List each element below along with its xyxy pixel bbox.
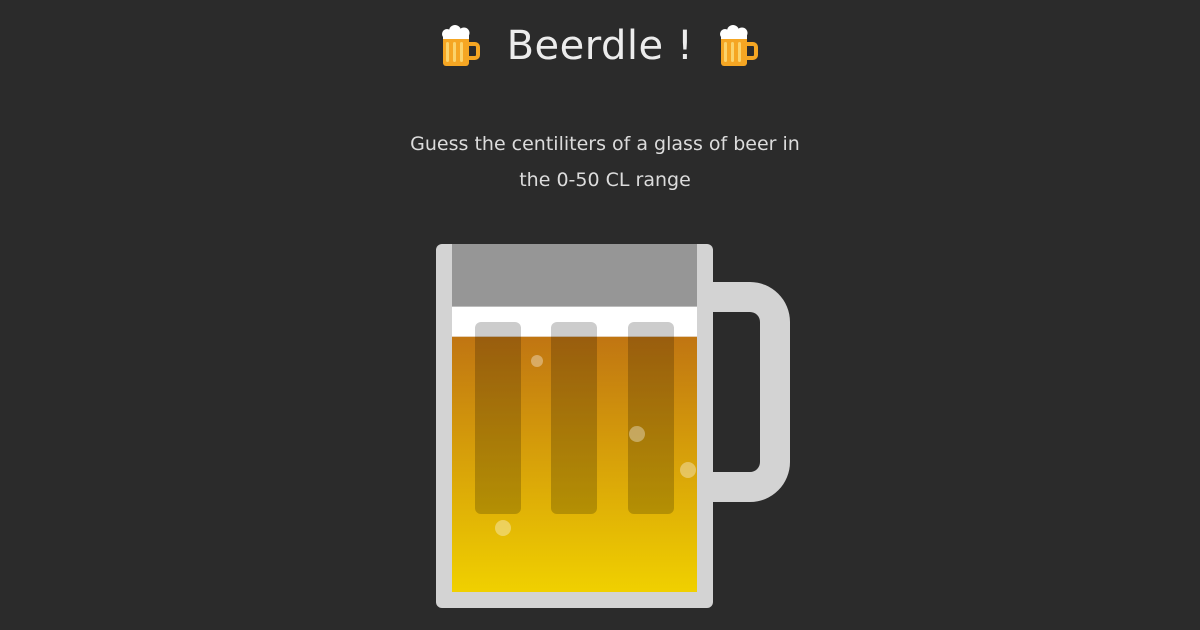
glass-highlight-bar: [628, 322, 674, 514]
game-title: Beerdle !: [506, 23, 694, 69]
title-row: Beerdle !: [0, 16, 1200, 76]
beer-bubble: [531, 355, 543, 367]
beer-mug-icon: [720, 25, 759, 66]
beer-mug-icon: [441, 25, 480, 66]
beer-bubble: [495, 520, 511, 536]
beer-bubble: [680, 462, 696, 478]
glass-highlight-bar: [475, 322, 521, 514]
glass-highlight-bar: [551, 322, 597, 514]
beer-bubble: [629, 426, 645, 442]
beer-mug-graphic: [436, 244, 790, 608]
game-instructions: Guess the centiliters of a glass of beer…: [410, 133, 800, 191]
mug-handle: [710, 282, 790, 502]
